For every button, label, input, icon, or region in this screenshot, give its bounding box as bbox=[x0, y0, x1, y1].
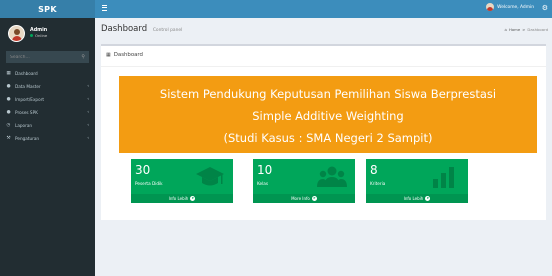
tile-number: 10 bbox=[257, 163, 273, 177]
wrench-icon: ⚒ bbox=[6, 136, 11, 141]
user-avatar bbox=[8, 24, 25, 42]
banner-title: Sistem Pendukung Keputusan Pemilihan Sis… bbox=[159, 87, 497, 101]
arrow-circle-right-icon: ➤ bbox=[425, 196, 431, 201]
sidebar-item-pengaturan[interactable]: ⚒ Pengaturan ‹ bbox=[0, 132, 95, 145]
tile-footer-label: Info Lebih bbox=[168, 196, 189, 201]
sidebar-toggle-icon[interactable] bbox=[102, 5, 107, 11]
stat-tile-peserta-didik: 30 Peserta Didik Info Lebih ➤ bbox=[131, 159, 233, 203]
user-menu[interactable]: Welcome, Admin bbox=[486, 3, 534, 11]
sidebar-item-label: Import/Export bbox=[15, 97, 45, 102]
breadcrumb-current: Dashboard bbox=[527, 27, 548, 32]
breadcrumb-home[interactable]: Home bbox=[509, 27, 520, 32]
sidebar-item-label: Dashboard bbox=[15, 71, 38, 76]
page-title: Dashboard Control panel bbox=[101, 24, 182, 34]
tile-footer-label: Info Lebih bbox=[403, 196, 424, 201]
chevron-left-icon: ‹ bbox=[87, 97, 89, 102]
tile-footer-link[interactable]: Info Lebih ➤ bbox=[131, 194, 233, 203]
sidebar-item-dashboard[interactable]: ▦ Dashboard bbox=[0, 67, 95, 80]
welcome-label: Welcome, Admin bbox=[497, 4, 534, 10]
page-subtitle: Control panel bbox=[152, 28, 183, 33]
app-logo[interactable]: SPK bbox=[0, 0, 95, 18]
graduation-cap-icon bbox=[196, 167, 224, 186]
chevron-left-icon: ‹ bbox=[87, 123, 89, 128]
banner-case-study: (Studi Kasus : SMA Negeri 2 Sampit) bbox=[223, 131, 433, 145]
arrow-circle-right-icon: ➤ bbox=[190, 196, 196, 201]
sidebar-item-label: Laporan bbox=[15, 123, 33, 128]
stat-tile-kelas: 10 Kelas More Info ➤ bbox=[253, 159, 355, 203]
online-status-icon bbox=[30, 34, 33, 38]
sidebar: SPK Admin Online ⚲ ▦ Dashboard ● Data Ma… bbox=[0, 0, 95, 276]
tile-label: Kriteria bbox=[370, 181, 386, 186]
sidebar-item-label: Pengaturan bbox=[15, 136, 40, 141]
dashboard-icon: ▦ bbox=[106, 52, 111, 58]
page-title-text: Dashboard bbox=[101, 24, 148, 34]
stat-tile-kriteria: 8 Kriteria Info Lebih ➤ bbox=[366, 159, 468, 203]
top-navbar: Welcome, Admin ⚙ bbox=[95, 0, 552, 18]
chevron-left-icon: ‹ bbox=[87, 110, 89, 115]
title-banner: Sistem Pendukung Keputusan Pemilihan Sis… bbox=[119, 76, 537, 153]
gear-icon[interactable]: ⚙ bbox=[542, 3, 548, 13]
search-icon[interactable]: ⚲ bbox=[81, 54, 85, 60]
users-icon: ● bbox=[6, 97, 11, 102]
sidebar-item-label: Data Master bbox=[15, 84, 41, 89]
group-icon bbox=[317, 166, 347, 187]
arrow-circle-right-icon: ➤ bbox=[311, 196, 317, 201]
user-avatar-small bbox=[486, 3, 495, 11]
sidebar-search: ⚲ bbox=[6, 51, 89, 63]
user-panel: Admin Online bbox=[0, 18, 95, 48]
user-status: Online bbox=[30, 32, 48, 39]
tile-label: Peserta Didik bbox=[135, 181, 163, 186]
users-icon: ● bbox=[6, 84, 11, 89]
dashboard-icon: ▦ bbox=[6, 71, 11, 76]
sidebar-item-data-master[interactable]: ● Data Master ‹ bbox=[0, 80, 95, 93]
chevron-left-icon: ‹ bbox=[87, 136, 89, 141]
dashboard-box: ▦ Dashboard Sistem Pendukung Keputusan P… bbox=[101, 44, 546, 220]
box-title-text: Dashboard bbox=[113, 52, 143, 58]
sidebar-item-laporan[interactable]: ◷ Laporan ‹ bbox=[0, 119, 95, 132]
home-icon: ⌂ bbox=[504, 27, 507, 32]
banner-method: Simple Additive Weighting bbox=[252, 109, 404, 123]
users-icon: ● bbox=[6, 110, 11, 115]
user-status-label: Online bbox=[35, 32, 48, 38]
bar-chart-icon bbox=[433, 167, 454, 188]
chevron-left-icon: ‹ bbox=[87, 84, 89, 89]
sidebar-item-proses-spk[interactable]: ● Proses SPK ‹ bbox=[0, 106, 95, 119]
tile-footer-label: More Info bbox=[291, 196, 310, 201]
tile-label: Kelas bbox=[257, 181, 269, 186]
tile-footer-link[interactable]: Info Lebih ➤ bbox=[366, 194, 468, 203]
breadcrumb: ⌂ Home > Dashboard bbox=[505, 27, 548, 32]
tile-number: 30 bbox=[135, 163, 151, 177]
box-divider bbox=[101, 66, 546, 67]
search-input[interactable] bbox=[10, 54, 70, 60]
breadcrumb-separator: > bbox=[522, 27, 526, 32]
clock-icon: ◷ bbox=[6, 123, 11, 128]
content-header: Dashboard Control panel ⌂ Home > Dashboa… bbox=[95, 18, 552, 40]
sidebar-item-import-export[interactable]: ● Import/Export ‹ bbox=[0, 93, 95, 106]
user-info: Admin Online bbox=[30, 28, 47, 39]
tile-number: 8 bbox=[370, 163, 378, 177]
sidebar-item-label: Proses SPK bbox=[15, 110, 38, 115]
box-title: ▦ Dashboard bbox=[106, 52, 143, 58]
sidebar-menu: ▦ Dashboard ● Data Master ‹ ● Import/Exp… bbox=[0, 67, 95, 145]
tile-footer-link[interactable]: More Info ➤ bbox=[253, 194, 355, 203]
